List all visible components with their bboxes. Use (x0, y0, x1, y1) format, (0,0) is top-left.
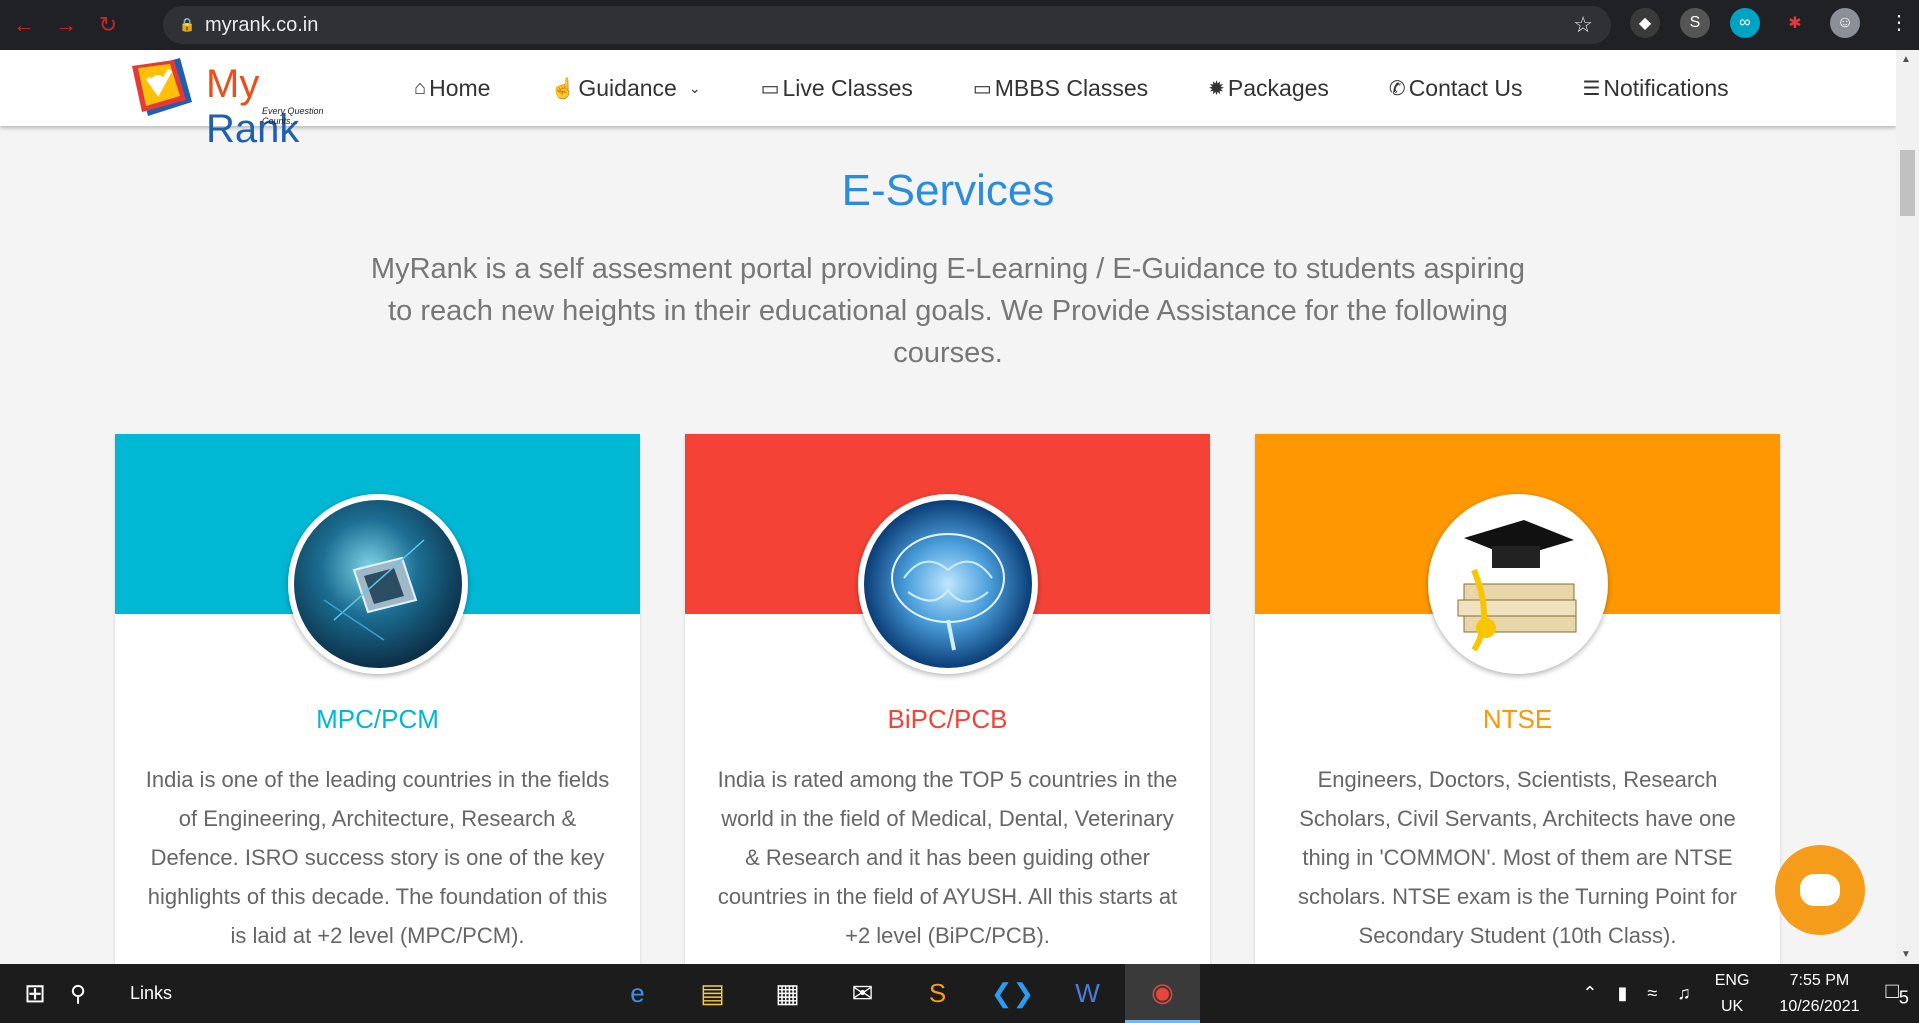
notification-count: 5 (1898, 986, 1909, 1008)
course-card-ntse[interactable]: NTSE Engineers, Doctors, Scientists, Res… (1255, 434, 1780, 974)
chip-image (288, 494, 468, 674)
chevron-down-icon: ⌄ (688, 79, 701, 96)
course-card-bipc[interactable]: BiPC/PCB India is rated among the TOP 5 … (685, 434, 1210, 974)
list-icon: ☰ (1582, 77, 1601, 100)
nav-guidance[interactable]: ☝ Guidance ⌄ (550, 75, 700, 102)
card-description: India is one of the leading countries in… (145, 767, 610, 948)
clock[interactable]: 7:55 PM 10/26/2021 (1779, 968, 1859, 1020)
site-header: My Rank Every Question Counts... ⌂ Home ☝… (0, 50, 1896, 151)
mail-icon[interactable]: ✉ (825, 964, 900, 1023)
thumbs-up-icon: ☝ (550, 77, 576, 100)
card-title[interactable]: MPC/PCM (115, 704, 640, 735)
nav-home[interactable]: ⌂ Home (414, 75, 490, 102)
windows-start-icon[interactable]: ⊞ (0, 964, 70, 1023)
word-icon[interactable]: W (1050, 964, 1125, 1023)
bookmark-star-icon[interactable]: ☆ (1573, 12, 1593, 38)
page-scrollbar[interactable]: ▲ ▼ (1896, 50, 1919, 964)
nav-label: Contact Us (1408, 74, 1523, 101)
brain-image (858, 494, 1038, 674)
battery-icon[interactable]: ▮ (1617, 983, 1627, 1004)
section-heading: E-Services (841, 166, 1055, 215)
keyboard-layout: UK (1720, 997, 1744, 1015)
nav-mbbs-classes[interactable]: ▭ MBBS Classes (973, 75, 1148, 102)
gear-icon: ✹ (1208, 77, 1225, 100)
address-bar[interactable]: 🔒 myrank.co.in ☆ (163, 6, 1611, 44)
extension-icon[interactable]: S (1680, 8, 1710, 38)
card-title[interactable]: NTSE (1255, 704, 1780, 735)
home-icon: ⌂ (414, 76, 427, 99)
url-text[interactable]: myrank.co.in (205, 14, 318, 37)
chat-bubble-icon (1800, 874, 1840, 906)
sublime-text-icon[interactable]: S (900, 964, 975, 1023)
chevron-up-icon[interactable]: ⌃ (1582, 983, 1597, 1004)
card-title[interactable]: BiPC/PCB (685, 704, 1210, 735)
chat-button[interactable] (1775, 845, 1865, 935)
extension-icons: ◆ S ∞ ✱ ☺ (1630, 8, 1860, 38)
lock-icon: 🔒 (179, 17, 196, 32)
card-description: Engineers, Doctors, Scientists, Research… (1298, 767, 1737, 948)
course-card-mpc[interactable]: MPC/PCM India is one of the leading coun… (115, 434, 640, 974)
nav-label: MBBS Classes (994, 74, 1149, 101)
section-intro: MyRank is a self assesment portal provid… (370, 253, 1526, 369)
volume-icon[interactable]: ♫ (1677, 983, 1691, 1004)
monitor-icon: ▭ (760, 77, 780, 100)
nav-label: Notifications (1603, 74, 1729, 101)
logo-tagline: Every Question Counts... (262, 106, 324, 126)
clock-time: 7:55 PM (1789, 971, 1850, 989)
clock-date: 10/26/2021 (1779, 997, 1860, 1015)
puzzle-icon[interactable]: ✱ (1780, 8, 1810, 38)
nav-label: Packages (1227, 74, 1329, 101)
card-description: India is rated among the TOP 5 countries… (717, 767, 1178, 948)
edge-icon[interactable]: e (600, 964, 675, 1023)
nav-live-classes[interactable]: ▭ Live Classes (761, 75, 913, 102)
extension-icon[interactable]: ◆ (1630, 8, 1660, 38)
vscode-icon[interactable]: ❮❯ (975, 964, 1050, 1023)
back-icon[interactable]: ← (6, 7, 42, 43)
main-nav: ⌂ Home ☝ Guidance ⌄ ▭ Live Classes ▭ MBBS Cla… (414, 50, 1789, 126)
phone-icon: ✆ (1388, 77, 1406, 100)
logo-mark-icon (132, 58, 192, 116)
nav-label: Live Classes (782, 74, 913, 101)
scroll-down-arrow-icon[interactable]: ▼ (1901, 949, 1911, 960)
browser-toolbar: ← → ↻ 🔒 myrank.co.in ☆ ◆ S ∞ ✱ ☺ ⋮ (0, 0, 1919, 50)
scroll-up-arrow-icon[interactable]: ▲ (1901, 54, 1911, 65)
wifi-icon[interactable]: ≈ (1647, 983, 1657, 1004)
nav-label: Guidance (578, 74, 677, 101)
graduation-books-image (1428, 494, 1608, 674)
logo-my: My (206, 62, 260, 106)
search-icon[interactable]: ⚲ (70, 981, 110, 1007)
store-icon[interactable]: ▦ (750, 964, 825, 1023)
scrollbar-thumb[interactable] (1900, 150, 1915, 216)
windows-taskbar: ⊞ ⚲ Links e ▤ ▦ ✉ S ❮❯ W ◉ ⌃ ▮ ≈ ♫ ENG U… (0, 964, 1919, 1023)
menu-kebab-icon[interactable]: ⋮ (1889, 10, 1909, 35)
nav-contact-us[interactable]: ✆ Contact Us (1389, 75, 1523, 102)
extension-icon[interactable]: ∞ (1730, 8, 1760, 38)
nav-label: Home (429, 74, 491, 101)
myrank-logo[interactable]: My Rank Every Question Counts... (130, 56, 360, 151)
nav-packages[interactable]: ✹ Packages (1208, 75, 1329, 102)
nav-notifications[interactable]: ☰ Notifications (1582, 75, 1728, 102)
reload-icon[interactable]: ↻ (90, 7, 126, 43)
links-toolbar[interactable]: Links (130, 983, 172, 1004)
language-indicator[interactable]: ENG UK (1715, 968, 1750, 1020)
monitor-icon: ▭ (972, 77, 992, 100)
language-code: ENG (1714, 971, 1750, 989)
action-center-icon[interactable]: □5 (1886, 978, 1910, 1008)
chrome-icon[interactable]: ◉ (1125, 964, 1200, 1023)
forward-icon[interactable]: → (48, 7, 84, 43)
pinned-apps: e ▤ ▦ ✉ S ❮❯ W ◉ (600, 964, 1200, 1023)
system-tray: ⌃ ▮ ≈ ♫ ENG UK 7:55 PM 10/26/2021 □5 (1572, 964, 1909, 1023)
avatar[interactable]: ☺ (1830, 8, 1860, 38)
file-explorer-icon[interactable]: ▤ (675, 964, 750, 1023)
